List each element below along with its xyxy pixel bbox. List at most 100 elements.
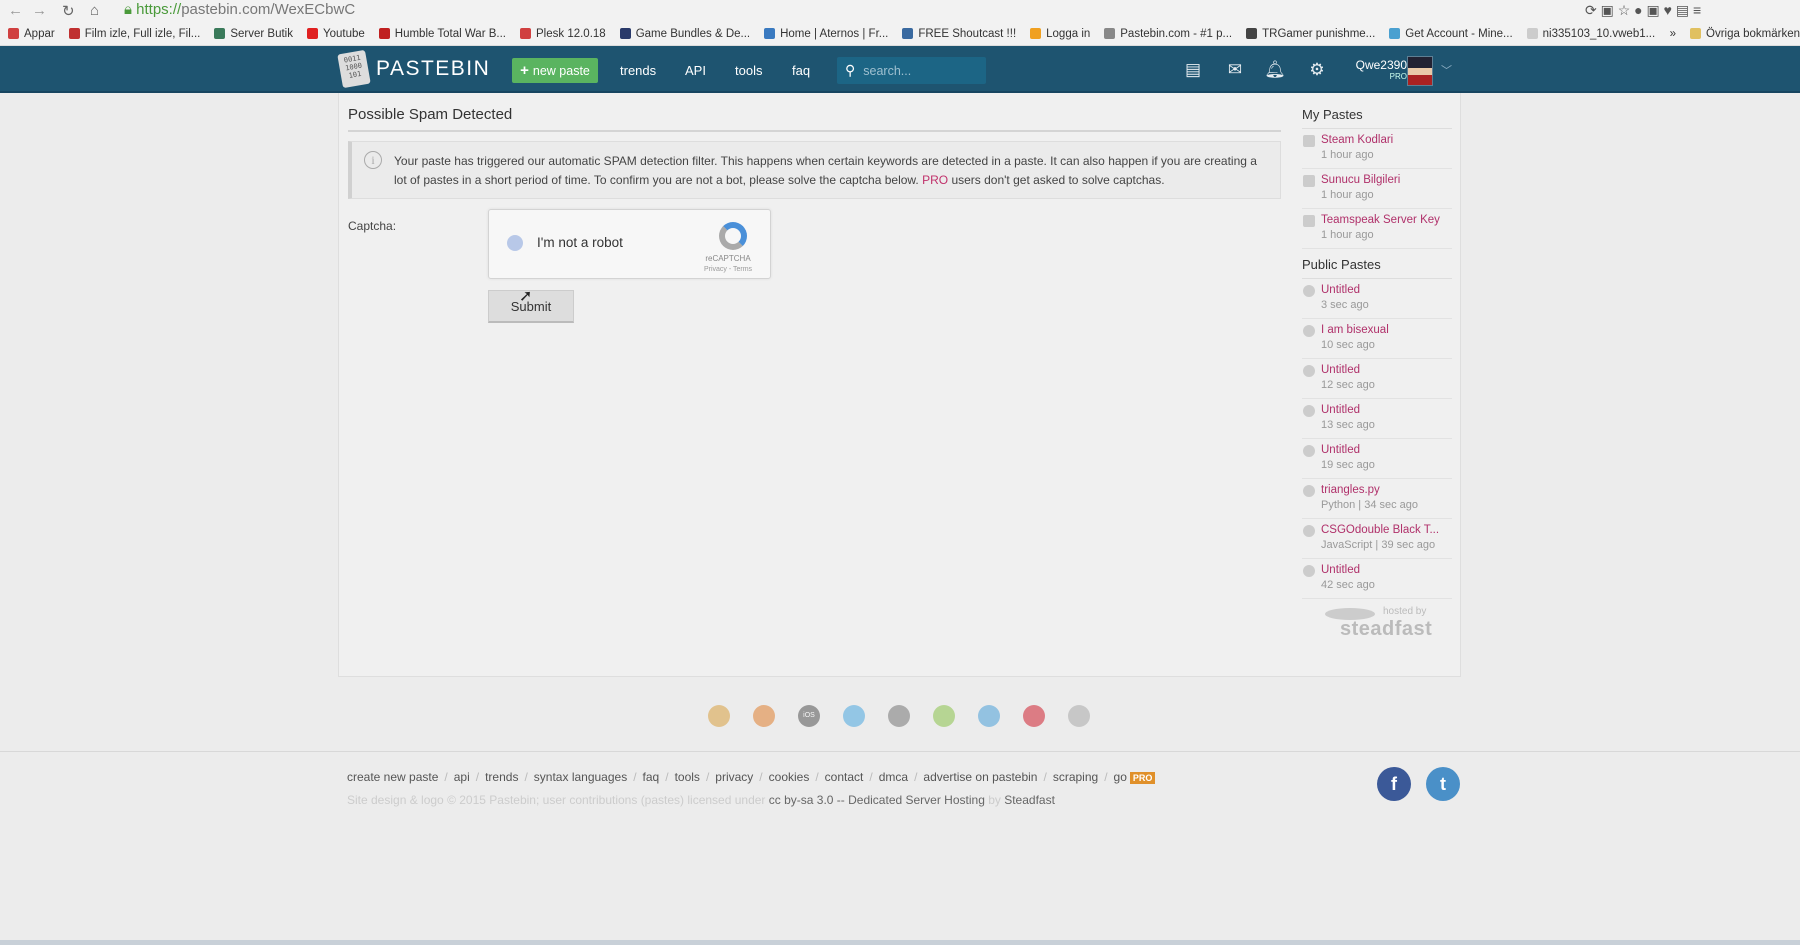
paste-title[interactable]: Sunucu Bilgileri	[1321, 173, 1452, 188]
windows-icon[interactable]	[843, 705, 865, 727]
paste-title[interactable]: Untitled	[1321, 403, 1452, 418]
steadfast-link[interactable]: Steadfast	[1004, 793, 1055, 807]
bookmark-item[interactable]: FREE Shoutcast !!!	[902, 28, 1016, 40]
footer-link[interactable]: dmca	[879, 770, 908, 784]
sidebar-paste-item[interactable]: CSGOdouble Black T... JavaScript | 39 sec…	[1302, 519, 1452, 559]
chevron-down-icon[interactable]: ﹀	[1441, 62, 1452, 78]
bell-icon[interactable]: 🔔︎	[1264, 60, 1286, 80]
paste-title[interactable]: CSGOdouble Black T...	[1321, 523, 1452, 538]
footer-link[interactable]: contact	[825, 770, 864, 784]
bookmark-icon	[8, 28, 19, 39]
nav-trends[interactable]: trends	[620, 63, 656, 78]
search-input[interactable]	[863, 63, 974, 78]
new-paste-button[interactable]: + new paste	[512, 58, 598, 83]
recaptcha-checkbox[interactable]	[507, 235, 523, 251]
paste-title[interactable]: I am bisexual	[1321, 323, 1452, 338]
user-menu[interactable]: Qwe2390 PRO	[1345, 58, 1407, 81]
sidebar-paste-item[interactable]: Untitled 13 sec ago	[1302, 399, 1452, 439]
pro-badge[interactable]: PRO	[1129, 772, 1156, 784]
bookmark-item[interactable]: »	[1670, 28, 1676, 40]
bookmark-item[interactable]: Pastebin.com - #1 p...	[1104, 28, 1232, 40]
paste-title[interactable]: Steam Kodlari	[1321, 133, 1452, 148]
license-link[interactable]: cc by-sa 3.0	[769, 793, 834, 807]
bookmark-item[interactable]: Get Account - Mine...	[1389, 28, 1513, 40]
globe-icon	[1303, 285, 1315, 297]
app-icons: iOS	[708, 705, 1090, 727]
my-pastes-icon[interactable]: ▤	[1182, 60, 1204, 80]
footer-link[interactable]: api	[454, 770, 470, 784]
bookmark-item[interactable]: ni335103_10.vweb1...	[1526, 28, 1655, 40]
pro-link[interactable]: PRO	[922, 173, 948, 187]
footer-link[interactable]: tools	[675, 770, 700, 784]
bookmark-item[interactable]: Youtube	[306, 28, 365, 40]
chrome-icon[interactable]	[708, 705, 730, 727]
paste-meta: 42 sec ago	[1321, 579, 1375, 591]
paste-title[interactable]: triangles.py	[1321, 483, 1452, 498]
bookmark-item[interactable]: Film izle, Full izle, Fil...	[68, 28, 200, 40]
bookmark-item[interactable]: Server Butik	[214, 28, 293, 40]
back-icon[interactable]: ←	[8, 2, 23, 19]
opera-icon[interactable]	[1023, 705, 1045, 727]
pastebin-logo[interactable]: 0011 1000 101 PASTEBIN	[337, 49, 490, 89]
facebook-icon[interactable]: f	[1377, 767, 1411, 801]
hosting-link[interactable]: -- Dedicated Server Hosting	[833, 793, 985, 807]
sidebar-paste-item[interactable]: Untitled 12 sec ago	[1302, 359, 1452, 399]
gear-icon[interactable]: ⚙	[1306, 60, 1328, 80]
footer-link[interactable]: trends	[485, 770, 518, 784]
pro-badge: PRO	[1389, 72, 1407, 81]
paste-title[interactable]: Untitled	[1321, 363, 1452, 378]
android-icon[interactable]	[933, 705, 955, 727]
paste-title[interactable]: Teamspeak Server Key	[1321, 213, 1452, 228]
forward-icon[interactable]: →	[32, 2, 47, 19]
x-icon[interactable]	[978, 705, 1000, 727]
footer-link-go[interactable]: go	[1114, 770, 1127, 784]
footer-link[interactable]: faq	[643, 770, 660, 784]
paste-title[interactable]: Untitled	[1321, 283, 1452, 298]
sidebar-paste-item[interactable]: Untitled 19 sec ago	[1302, 439, 1452, 479]
home-icon[interactable]: ⌂	[90, 2, 99, 19]
bookmark-item[interactable]: Home | Aternos | Fr...	[764, 28, 888, 40]
bookmark-item[interactable]: Appar	[8, 28, 55, 40]
recaptcha-privacy-terms[interactable]: Privacy - Terms	[689, 266, 767, 273]
ios-icon[interactable]: iOS	[798, 705, 820, 727]
search-icon[interactable]: ⚲	[845, 62, 855, 79]
sidebar-paste-item[interactable]: I am bisexual 10 sec ago	[1302, 319, 1452, 359]
paste-title[interactable]: Untitled	[1321, 443, 1452, 458]
bookmark-item[interactable]: Övriga bokmärken	[1690, 28, 1800, 40]
sidebar-paste-item[interactable]: Untitled 42 sec ago	[1302, 559, 1452, 599]
footer-link[interactable]: create new paste	[347, 770, 438, 784]
extension-icons[interactable]: ⟳ ▣ ☆ ● ▣ ♥ ▤ ≡	[1585, 2, 1701, 19]
other-icon[interactable]	[1068, 705, 1090, 727]
bookmark-item[interactable]: Plesk 12.0.18	[520, 28, 606, 40]
footer-link[interactable]: scraping	[1053, 770, 1098, 784]
bookmark-icon	[520, 28, 531, 39]
macos-icon[interactable]	[888, 705, 910, 727]
url-field[interactable]: 🔒︎ https://pastebin.com/WexECbwC	[124, 1, 355, 18]
bookmark-icon	[1389, 28, 1401, 39]
footer-link[interactable]: privacy	[715, 770, 753, 784]
bookmark-item[interactable]: Logga in	[1030, 28, 1090, 40]
footer-link[interactable]: advertise on pastebin	[923, 770, 1037, 784]
mail-icon[interactable]: ✉	[1224, 60, 1246, 80]
footer-link[interactable]: syntax languages	[534, 770, 627, 784]
footer-link[interactable]: cookies	[769, 770, 810, 784]
info-icon: i	[364, 151, 382, 169]
twitter-icon[interactable]: t	[1426, 767, 1460, 801]
separator: /	[815, 770, 819, 784]
reload-icon[interactable]: ↻	[62, 2, 75, 20]
firefox-icon[interactable]	[753, 705, 775, 727]
paste-title[interactable]: Untitled	[1321, 563, 1452, 578]
separator: /	[705, 770, 710, 784]
nav-api[interactable]: API	[685, 63, 706, 78]
nav-faq[interactable]: faq	[792, 63, 810, 78]
sidebar-paste-item[interactable]: Sunucu Bilgileri 1 hour ago	[1302, 169, 1452, 209]
avatar[interactable]	[1407, 56, 1433, 86]
bookmark-item[interactable]: Game Bundles & De...	[619, 28, 750, 40]
sidebar-paste-item[interactable]: triangles.py Python | 34 sec ago	[1302, 479, 1452, 519]
sidebar-paste-item[interactable]: Steam Kodlari 1 hour ago	[1302, 129, 1452, 169]
bookmark-item[interactable]: Humble Total War B...	[378, 28, 506, 40]
bookmark-item[interactable]: TRGamer punishme...	[1246, 28, 1375, 40]
nav-tools[interactable]: tools	[735, 63, 762, 78]
sidebar-paste-item[interactable]: Untitled 3 sec ago	[1302, 279, 1452, 319]
sidebar-paste-item[interactable]: Teamspeak Server Key 1 hour ago	[1302, 209, 1452, 249]
